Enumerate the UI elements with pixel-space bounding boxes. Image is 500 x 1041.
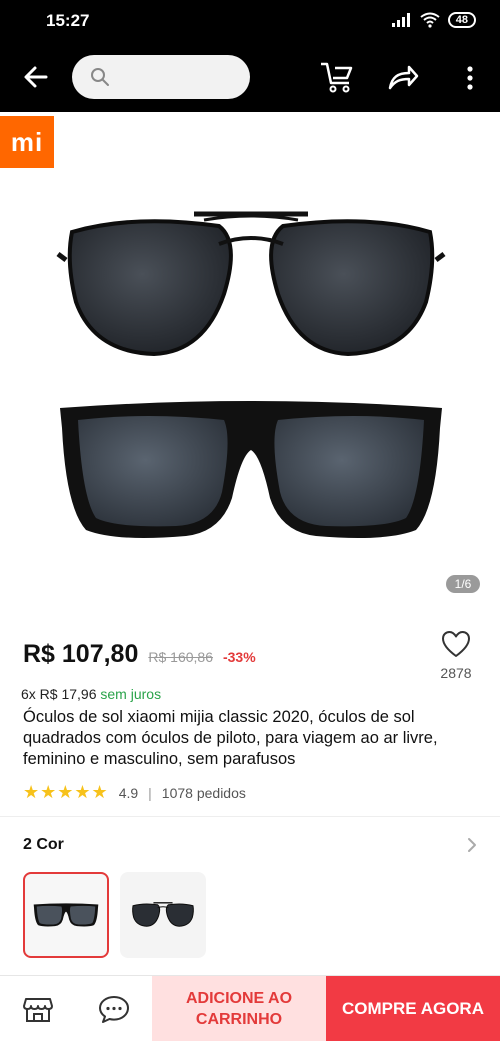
- discount-badge: -33%: [222, 649, 256, 665]
- search-input[interactable]: [72, 55, 250, 99]
- share-icon: [388, 65, 419, 90]
- chevron-right-icon[interactable]: [465, 836, 479, 854]
- rating-row[interactable]: ★★★★★ 4.9 | 1078 pedidos: [23, 782, 246, 803]
- bottom-action-bar: ADICIONE AO CARRINHO COMPRE AGORA: [0, 975, 500, 1041]
- wifi-icon: [420, 12, 440, 28]
- search-icon: [91, 68, 109, 86]
- more-options-button[interactable]: [460, 62, 480, 94]
- product-image-gallery[interactable]: mi 1/6: [0, 112, 500, 604]
- signal-icon: [391, 13, 410, 27]
- more-vertical-icon: [467, 66, 473, 90]
- orders-count: 1078 pedidos: [161, 784, 246, 801]
- current-price: R$ 107,80: [23, 640, 139, 668]
- top-navigation-bar: [0, 44, 500, 112]
- status-time: 15:27: [46, 11, 90, 30]
- wishlist-count: 2878: [440, 665, 472, 681]
- rating-divider: |: [148, 784, 152, 801]
- installment-info: 6x R$ 17,96 sem juros: [21, 686, 161, 702]
- buy-now-button[interactable]: COMPRE AGORA: [326, 976, 500, 1041]
- product-title: Óculos de sol xiaomi mijia classic 2020,…: [23, 708, 438, 768]
- variant-section-title[interactable]: 2 Cor: [23, 836, 64, 854]
- rating-stars: ★★★★★: [23, 782, 109, 802]
- brand-logo: mi: [0, 116, 54, 168]
- price-row: R$ 107,80 R$ 160,86 -33%: [23, 640, 256, 669]
- chat-icon: [99, 996, 129, 1023]
- heart-icon[interactable]: [441, 630, 471, 658]
- back-button[interactable]: [20, 61, 52, 93]
- chat-button[interactable]: [76, 976, 152, 1041]
- variant-square-image: [33, 903, 99, 927]
- cart-icon: [321, 62, 353, 93]
- back-arrow-icon: [24, 66, 48, 88]
- variant-aviator-image: [132, 902, 194, 927]
- cart-button[interactable]: [318, 59, 356, 95]
- status-bar: 15:27 48: [0, 0, 500, 44]
- rating-value: 4.9: [118, 784, 139, 801]
- variant-aviator-sunglasses[interactable]: [120, 872, 206, 958]
- status-icons: 48: [391, 12, 476, 28]
- variant-square-sunglasses[interactable]: [23, 872, 109, 958]
- installment-amount: 6x R$ 17,96: [21, 686, 97, 702]
- original-price: R$ 160,86: [148, 649, 213, 665]
- installment-no-interest: sem juros: [100, 686, 162, 702]
- share-button[interactable]: [386, 61, 420, 93]
- aviator-sunglasses-image: [56, 211, 446, 357]
- battery-indicator: 48: [447, 12, 476, 28]
- square-sunglasses-image: [60, 401, 442, 538]
- add-to-cart-button[interactable]: ADICIONE AO CARRINHO: [152, 976, 326, 1041]
- store-button[interactable]: [0, 976, 76, 1041]
- store-icon: [23, 998, 53, 1022]
- image-page-counter: 1/6: [446, 575, 480, 593]
- section-divider: [0, 816, 500, 817]
